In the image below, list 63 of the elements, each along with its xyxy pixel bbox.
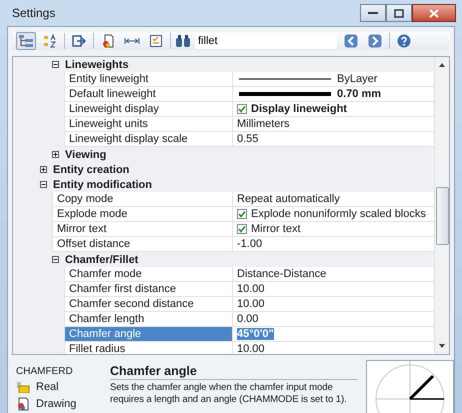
close-icon	[429, 8, 439, 18]
property-name[interactable]: Entity lineweight	[64, 72, 232, 87]
folder-icon	[16, 381, 30, 393]
checkbox[interactable]	[237, 224, 247, 234]
variable-scope: Drawing	[36, 398, 76, 410]
help-description: Sets the chamfer angle when the chamfer input mode requires a length and an angle (CHAMMODE is set to 1).	[110, 382, 348, 406]
property-value[interactable]: 45°0'0"	[237, 328, 274, 340]
property-name[interactable]: Lineweight units	[64, 117, 232, 132]
drawing-document-icon	[16, 397, 30, 411]
variable-name: CHAMFERD	[16, 366, 74, 377]
property-name[interactable]: Chamfer mode	[64, 267, 232, 282]
property-value[interactable]: 0.00	[237, 313, 258, 325]
window-title: Settings	[12, 6, 56, 20]
collapse-icon[interactable]	[52, 61, 59, 68]
category-label[interactable]: Lineweights	[65, 58, 129, 70]
scrollbar[interactable]	[434, 57, 449, 354]
minimize-icon	[368, 11, 378, 15]
property-name[interactable]: Default lineweight	[64, 87, 232, 102]
minimize-button[interactable]	[360, 4, 386, 22]
property-name[interactable]: Fillet radius	[64, 342, 232, 354]
collapse-icon[interactable]	[52, 256, 59, 263]
property-value[interactable]: 0.55	[237, 133, 258, 145]
expand-icon[interactable]	[40, 166, 47, 173]
checkbox[interactable]	[237, 209, 247, 219]
property-value: 0.70 mm	[337, 88, 382, 100]
property-name[interactable]: Chamfer angle	[64, 327, 232, 342]
property-name[interactable]: Chamfer first distance	[64, 282, 232, 297]
property-value[interactable]: 10.00	[237, 343, 265, 354]
property-name[interactable]: Offset distance	[52, 237, 232, 252]
category-label[interactable]: Entity creation	[53, 164, 130, 176]
category-label[interactable]: Entity modification	[53, 178, 152, 190]
expand-icon[interactable]	[52, 151, 59, 158]
property-name[interactable]: Chamfer second distance	[64, 297, 232, 312]
category-label[interactable]: Chamfer/Fillet	[65, 254, 138, 266]
scroll-up-arrow-icon[interactable]	[438, 61, 446, 69]
checkbox-label: Mirror text	[251, 223, 300, 235]
scroll-down-arrow-icon[interactable]	[438, 342, 446, 350]
binoculars-icon	[175, 34, 191, 48]
property-name[interactable]: Mirror text	[52, 222, 232, 237]
property-value[interactable]: 10.00	[237, 298, 265, 310]
property-value[interactable]: 10.00	[237, 283, 265, 295]
property-name[interactable]: Explode mode	[52, 207, 232, 222]
help-title: Chamfer angle	[110, 360, 358, 380]
property-value[interactable]: -1.00	[237, 238, 262, 250]
property-value: ByLayer	[337, 73, 378, 85]
property-name[interactable]: Chamfer length	[64, 312, 232, 327]
lineweight-sample-icon	[237, 91, 333, 97]
scrollbar-thumb[interactable]	[436, 187, 448, 245]
variable-type: Real	[36, 381, 59, 393]
property-name[interactable]: Lineweight display scale	[64, 132, 232, 147]
categorized-view-button[interactable]	[16, 32, 36, 50]
category-label[interactable]: Viewing	[65, 148, 106, 160]
search-field[interactable]: fillet	[195, 33, 337, 49]
checkbox[interactable]	[237, 104, 247, 114]
maximize-icon	[394, 8, 404, 18]
property-name[interactable]: Lineweight display	[64, 102, 232, 117]
property-name[interactable]: Copy mode	[52, 192, 232, 207]
maximize-button[interactable]	[386, 4, 412, 22]
checkbox-label: Display lineweight	[251, 103, 347, 115]
checkbox-label: Explode nonuniformly scaled blocks	[251, 208, 426, 220]
lineweight-sample-icon	[237, 76, 333, 82]
collapse-icon[interactable]	[40, 181, 47, 188]
close-button[interactable]	[412, 4, 456, 22]
